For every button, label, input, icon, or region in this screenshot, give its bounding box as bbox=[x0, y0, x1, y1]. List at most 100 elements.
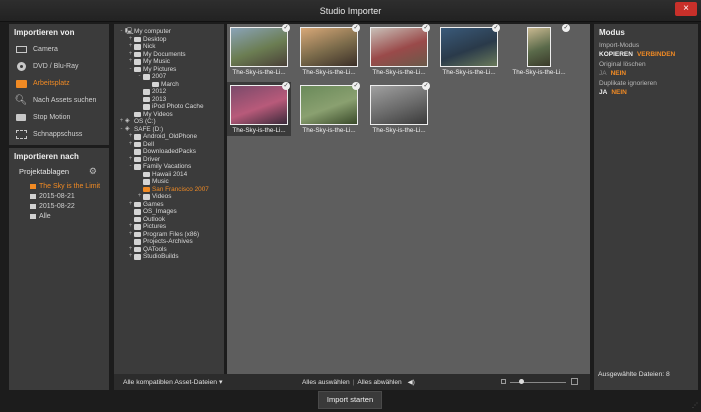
expand-toggle-icon[interactable]: + bbox=[128, 231, 133, 239]
tree-node[interactable]: Outlook bbox=[114, 216, 224, 224]
start-import-button[interactable]: Import starten bbox=[318, 391, 382, 409]
tree-node[interactable]: - Family Vacations bbox=[114, 163, 224, 171]
media-thumbnail[interactable]: ✓ The-Sky-is-the-Li... bbox=[297, 24, 361, 78]
expand-toggle-icon[interactable]: + bbox=[128, 246, 133, 254]
ignore-duplicates-no[interactable]: NEIN bbox=[611, 89, 627, 96]
media-thumbnail[interactable]: ✓ The-Sky-is-the-Li... bbox=[367, 82, 431, 136]
close-button[interactable]: × bbox=[675, 2, 697, 16]
media-grid: ✓ The-Sky-is-the-Li... ✓ The-Sky-is-the-Li.… bbox=[227, 24, 590, 374]
project-item[interactable]: 2015-08-21 bbox=[9, 192, 109, 202]
import-source-2[interactable]: Arbeitsplatz bbox=[9, 75, 109, 92]
expand-toggle-icon[interactable]: - bbox=[128, 66, 133, 74]
settings-icon[interactable]: ⚙ bbox=[89, 166, 97, 177]
import-to-header: Importieren nach bbox=[14, 152, 79, 161]
media-thumbnail[interactable]: ✓ The-Sky-is-the-Li... bbox=[437, 24, 501, 78]
checkmark-icon[interactable]: ✓ bbox=[562, 24, 570, 32]
checkmark-icon[interactable]: ✓ bbox=[492, 24, 500, 32]
resize-grip-icon[interactable]: ⋰ bbox=[692, 402, 698, 409]
tree-node[interactable]: + QATools bbox=[114, 246, 224, 254]
project-item[interactable]: The Sky is the Limit bbox=[9, 182, 109, 192]
expand-toggle-icon[interactable]: + bbox=[128, 253, 133, 261]
delete-original-yes[interactable]: JA bbox=[599, 70, 607, 77]
expand-toggle-icon[interactable]: + bbox=[128, 223, 133, 231]
expand-toggle-icon[interactable]: - bbox=[119, 28, 124, 36]
delete-original-label: Original löschen bbox=[599, 61, 646, 68]
checkmark-icon[interactable]: ✓ bbox=[422, 24, 430, 32]
tree-node[interactable]: - 🖳︎ My computer bbox=[114, 28, 224, 36]
media-thumbnail[interactable]: ✓ The-Sky-is-the-Li... bbox=[297, 82, 361, 136]
project-item[interactable]: Alle bbox=[9, 212, 109, 222]
expand-toggle-icon[interactable]: + bbox=[128, 141, 133, 149]
media-thumbnail[interactable]: ✓ The-Sky-is-the-Li... bbox=[367, 24, 431, 78]
tree-node[interactable]: + My Music bbox=[114, 58, 224, 66]
tree-node[interactable]: OS_Images bbox=[114, 208, 224, 216]
select-all-link[interactable]: Alles auswählen bbox=[302, 379, 350, 386]
tree-node[interactable]: - ◈ SAFE (D:) bbox=[114, 126, 224, 134]
file-filter-dropdown[interactable]: Alle kompatiblen Asset-Dateien ▾ bbox=[123, 378, 222, 386]
camera-icon bbox=[15, 44, 27, 55]
tree-node[interactable]: - My Pictures bbox=[114, 66, 224, 74]
import-source-4[interactable]: Stop Motion bbox=[9, 109, 109, 126]
media-thumbnail[interactable]: ✓ The-Sky-is-the-Li... bbox=[227, 24, 291, 78]
import-source-5[interactable]: Schnappschuss bbox=[9, 126, 109, 143]
expand-toggle-icon[interactable]: + bbox=[128, 43, 133, 51]
checkmark-icon[interactable]: ✓ bbox=[422, 82, 430, 90]
tree-node[interactable]: Projects-Archives bbox=[114, 238, 224, 246]
tree-node[interactable]: March bbox=[114, 81, 224, 89]
zoom-knob[interactable] bbox=[519, 379, 524, 384]
tree-node[interactable]: + Android_OldPhone bbox=[114, 133, 224, 141]
expand-toggle-icon[interactable]: + bbox=[137, 193, 142, 201]
expand-toggle-icon[interactable]: - bbox=[128, 163, 133, 171]
import-mode-copy[interactable]: KOPIEREN bbox=[599, 51, 633, 58]
tree-node[interactable]: + ◈ OS (C:) bbox=[114, 118, 224, 126]
speaker-icon[interactable]: ◀) bbox=[408, 379, 415, 386]
media-thumbnail[interactable]: ✓ The-Sky-is-the-Li... bbox=[227, 82, 291, 136]
tree-node-label: My computer bbox=[134, 28, 171, 35]
tree-node[interactable]: My Videos bbox=[114, 111, 224, 119]
tree-node[interactable]: + Dell bbox=[114, 141, 224, 149]
folder-tree[interactable]: - 🖳︎ My computer + Desktop + Nick + My Documents… bbox=[114, 24, 224, 374]
folder-icon bbox=[15, 78, 27, 89]
tree-node[interactable]: DownloadedPacks bbox=[114, 148, 224, 156]
tree-node[interactable]: 2012 bbox=[114, 88, 224, 96]
tree-node[interactable]: Music bbox=[114, 178, 224, 186]
tree-node[interactable]: + StudioBuilds bbox=[114, 253, 224, 261]
tree-node[interactable]: 2013 bbox=[114, 96, 224, 104]
thumbnail-zoom-slider[interactable] bbox=[501, 378, 581, 386]
expand-toggle-icon[interactable]: + bbox=[128, 201, 133, 209]
tree-node[interactable]: + My Documents bbox=[114, 51, 224, 59]
expand-toggle-icon[interactable]: + bbox=[128, 156, 133, 164]
checkmark-icon[interactable]: ✓ bbox=[282, 24, 290, 32]
expand-toggle-icon[interactable]: - bbox=[137, 73, 142, 81]
checkmark-icon[interactable]: ✓ bbox=[352, 82, 360, 90]
tree-node[interactable]: + Driver bbox=[114, 156, 224, 164]
import-source-1[interactable]: DVD / Blu-Ray bbox=[9, 58, 109, 75]
media-thumbnail[interactable]: ✓ The-Sky-is-the-Li... bbox=[507, 24, 571, 78]
checkmark-icon[interactable]: ✓ bbox=[352, 24, 360, 32]
delete-original-no[interactable]: NEIN bbox=[611, 70, 627, 77]
tree-node[interactable]: iPod Photo Cache bbox=[114, 103, 224, 111]
tree-node[interactable]: Hawaii 2014 bbox=[114, 171, 224, 179]
ignore-duplicates-yes[interactable]: JA bbox=[599, 89, 607, 96]
expand-toggle-icon[interactable]: + bbox=[128, 51, 133, 59]
expand-toggle-icon[interactable]: + bbox=[128, 58, 133, 66]
expand-toggle-icon[interactable]: + bbox=[128, 133, 133, 141]
tree-node[interactable]: + Games bbox=[114, 201, 224, 209]
tree-node[interactable]: + Videos bbox=[114, 193, 224, 201]
tree-node[interactable]: + Program Files (x86) bbox=[114, 231, 224, 239]
expand-toggle-icon[interactable]: + bbox=[128, 36, 133, 44]
import-source-0[interactable]: Camera bbox=[9, 41, 109, 58]
tree-node[interactable]: + Nick bbox=[114, 43, 224, 51]
deselect-all-link[interactable]: Alles abwählen bbox=[357, 379, 401, 386]
tree-node[interactable]: + Pictures bbox=[114, 223, 224, 231]
tree-node[interactable]: - 2007 bbox=[114, 73, 224, 81]
checkmark-icon[interactable]: ✓ bbox=[282, 82, 290, 90]
import-mode-link[interactable]: VERBINDEN bbox=[637, 51, 675, 58]
folder-icon bbox=[134, 141, 141, 147]
expand-toggle-icon[interactable]: + bbox=[119, 118, 124, 126]
import-source-3[interactable]: 🔍︎ Nach Assets suchen bbox=[9, 92, 109, 109]
tree-node[interactable]: + Desktop bbox=[114, 36, 224, 44]
project-item[interactable]: 2015-08-22 bbox=[9, 202, 109, 212]
tree-node[interactable]: San Francisco 2007 bbox=[114, 186, 224, 194]
expand-toggle-icon[interactable]: - bbox=[119, 126, 124, 134]
